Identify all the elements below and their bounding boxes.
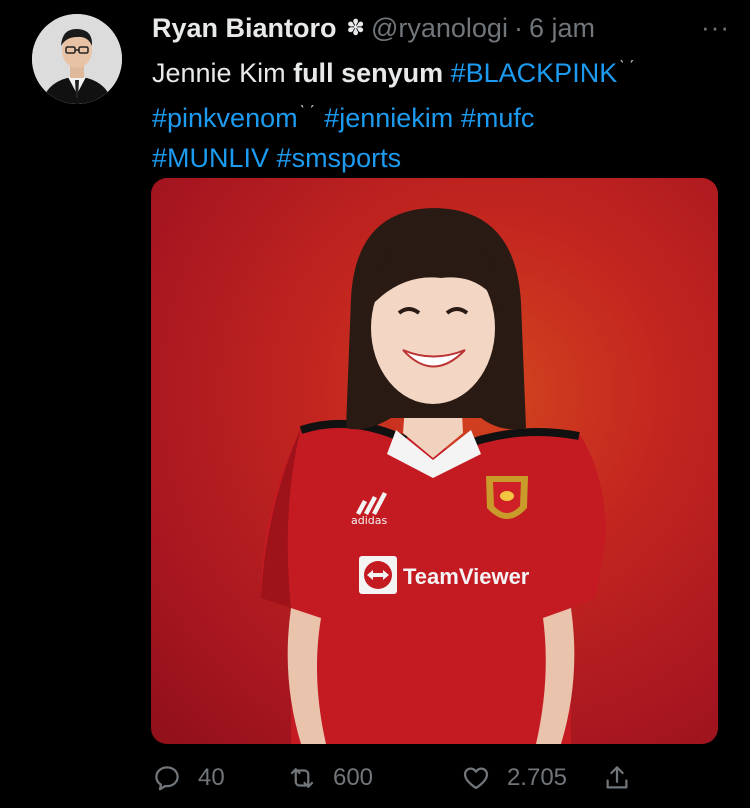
sponsor-label: TeamViewer	[403, 564, 530, 589]
tweet-text-plain: Jennie Kim	[152, 58, 294, 88]
tweet-actions: 40 600 2.705	[152, 758, 632, 798]
more-options-icon[interactable]: ···	[701, 12, 730, 43]
kit-brand-label: adidas	[351, 514, 388, 527]
flower-badge-icon: ✽	[346, 15, 365, 40]
avatar-image	[32, 14, 122, 104]
tweet-timestamp[interactable]: 6 jam	[529, 13, 595, 44]
hashtag-smsports[interactable]: #smsports	[277, 143, 402, 173]
retweet-count: 600	[332, 764, 374, 791]
tweet-header: Ryan Biantoro ✽ @ryanologi · 6 jam ···	[152, 10, 730, 46]
retweet-button[interactable]: 600	[287, 763, 445, 793]
hashtag-munliv[interactable]: #MUNLIV	[152, 143, 269, 173]
avatar[interactable]	[32, 14, 122, 104]
user-handle[interactable]: @ryanologi	[371, 13, 508, 44]
retweet-icon	[290, 768, 314, 788]
sparkle-emoji: ˋ ˊ	[619, 59, 635, 76]
display-name[interactable]: Ryan Biantoro	[152, 13, 337, 44]
hashtag-mufc[interactable]: #mufc	[461, 103, 535, 133]
reply-button[interactable]: 40	[152, 763, 263, 793]
like-count: 2.705	[506, 764, 568, 791]
sparkle-emoji: ˋ ˊ	[299, 104, 315, 121]
hashtag-pinkvenom[interactable]: #pinkvenom	[152, 103, 298, 133]
reply-count: 40	[198, 764, 225, 791]
heart-icon	[463, 767, 489, 790]
tweet-text: Jennie Kim full senyum #BLACKPINK ˋ ˊ #pi…	[152, 48, 722, 178]
separator-dot: ·	[513, 12, 523, 43]
photo-illustration: adidas TeamViewer	[261, 208, 606, 744]
like-button[interactable]: 2.705	[461, 763, 602, 793]
hashtag-blackpink[interactable]: #BLACKPINK	[451, 58, 618, 88]
share-button[interactable]	[602, 763, 632, 793]
share-icon	[606, 766, 628, 789]
hashtag-jenniekim[interactable]: #jenniekim	[324, 103, 453, 133]
club-crest-icon	[486, 476, 528, 519]
reply-icon	[155, 766, 179, 791]
tweet-media-image[interactable]: adidas TeamViewer	[151, 178, 718, 744]
tweet-text-bold: full senyum	[293, 58, 444, 88]
